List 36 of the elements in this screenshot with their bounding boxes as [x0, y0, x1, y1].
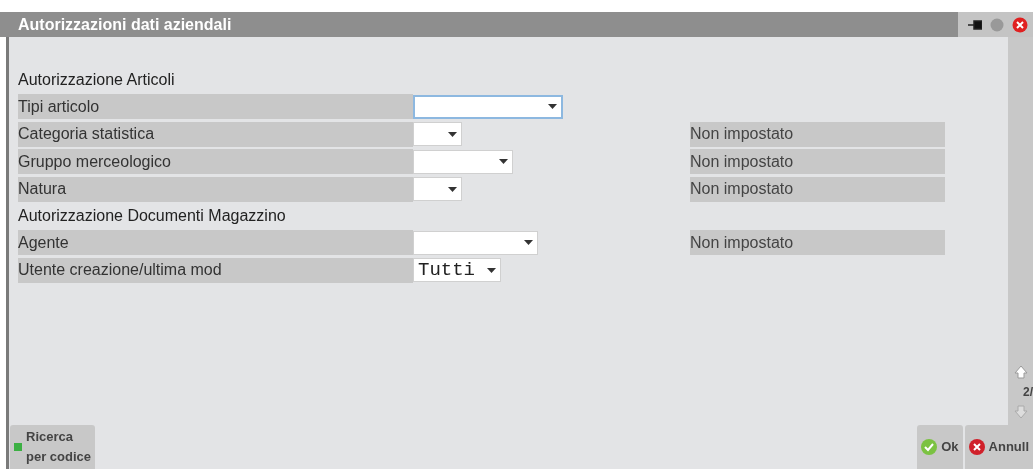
dropdown-field[interactable]: Tutti — [413, 258, 501, 283]
section-title: Autorizzazione Articoli — [18, 70, 176, 90]
field-label: Utente creazione/ultima mod — [18, 257, 413, 283]
field-label: Gruppo merceologico — [18, 149, 413, 175]
circle-icon[interactable] — [990, 17, 1004, 32]
page-indicator: 2/ — [1023, 385, 1033, 399]
value-readout: Non impostato — [690, 176, 945, 202]
dropdown-field[interactable] — [413, 230, 538, 255]
value-readout: Non impostato — [690, 149, 945, 175]
caret-icon — [548, 104, 557, 110]
dropdown-field[interactable] — [413, 94, 563, 119]
dropdown-field[interactable] — [413, 122, 462, 147]
field-label: Categoria statistica — [18, 121, 413, 147]
caret-icon — [448, 186, 457, 192]
pin-icon[interactable] — [968, 19, 982, 30]
caret-icon — [487, 267, 496, 273]
close-icon — [968, 439, 985, 455]
section-title: Autorizzazione Documenti Magazzino — [18, 206, 287, 226]
value-readout: Non impostato — [690, 121, 945, 147]
window-title: Autorizzazioni dati aziendali — [17, 15, 233, 34]
field-label: Agente — [18, 230, 413, 256]
ok-button[interactable]: Ok — [917, 425, 963, 469]
field-label: Natura — [18, 176, 413, 202]
page-up-icon[interactable] — [1013, 365, 1028, 379]
check-icon — [921, 439, 938, 455]
caret-icon — [524, 240, 533, 246]
dropdown-field[interactable] — [413, 149, 513, 174]
page-down-icon[interactable] — [1013, 405, 1028, 419]
search-by-code-button[interactable]: Ricerca per codice — [10, 425, 96, 469]
caret-icon — [448, 131, 457, 137]
dropdown-field[interactable] — [413, 177, 462, 202]
square-icon — [14, 443, 22, 451]
value-readout: Non impostato — [690, 230, 945, 256]
caret-icon — [499, 159, 508, 165]
close-icon[interactable] — [1012, 16, 1028, 33]
field-label: Tipi articolo — [18, 94, 413, 120]
